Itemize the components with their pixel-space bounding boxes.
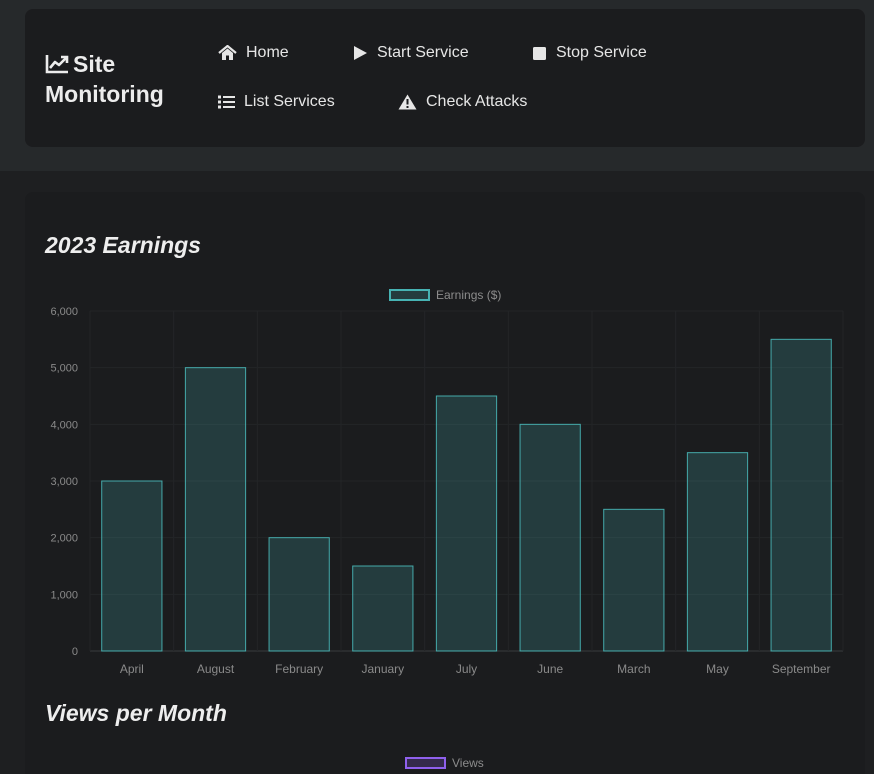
brand-text-line1: Site (73, 51, 116, 77)
bar-january (352, 565, 414, 652)
warning-icon (398, 94, 417, 110)
views-legend[interactable]: Views (405, 756, 484, 770)
nav-check-attacks-label: Check Attacks (426, 93, 528, 110)
bar-march (603, 508, 665, 652)
bar-february (268, 537, 330, 652)
bar-july (435, 395, 498, 652)
x-tick-label: January (361, 662, 404, 676)
bar-may (686, 452, 749, 652)
x-tick-label: February (275, 662, 323, 676)
y-tick-label: 5,000 (50, 363, 78, 375)
x-tick-label: March (617, 662, 650, 676)
bar-april (101, 480, 163, 652)
x-tick-label: May (706, 662, 729, 676)
chart-line-icon (45, 52, 69, 80)
nav-stop-service[interactable]: Stop Service (532, 44, 647, 62)
y-tick-label: 2,000 (50, 533, 78, 545)
earnings-bar-chart: 0 1,000 2,000 3,000 4,000 5,000 6,000 April Augu… (50, 306, 844, 676)
y-tick-label: 3,000 (50, 476, 78, 488)
nav-home-label: Home (246, 44, 289, 61)
y-tick-label: 1,000 (50, 589, 78, 601)
bar-june (519, 423, 581, 652)
nav-home[interactable]: Home (218, 44, 289, 62)
y-tick-label: 0 (72, 646, 78, 658)
x-tick-label: April (120, 662, 144, 676)
bar-august (184, 367, 247, 652)
x-tick-label: June (537, 662, 563, 676)
nav-check-attacks[interactable]: Check Attacks (398, 93, 527, 111)
play-icon (354, 46, 367, 60)
views-title: Views per Month (45, 700, 227, 726)
x-tick-label: September (772, 662, 831, 676)
list-icon (218, 95, 235, 109)
nav-start-service[interactable]: Start Service (353, 44, 469, 62)
top-navbar: Site Monitoring Home Start Service Stop … (25, 9, 865, 147)
x-tick-label: July (456, 662, 477, 676)
bar-september (770, 338, 832, 652)
brand[interactable]: Site Monitoring (45, 50, 164, 108)
nav-stop-service-label: Stop Service (556, 44, 647, 61)
views-legend-swatch (405, 757, 446, 769)
earnings-title: 2023 Earnings (45, 232, 201, 258)
views-legend-label: Views (452, 756, 484, 770)
nav-list-services-label: List Services (244, 93, 335, 110)
x-tick-label: August (197, 662, 235, 676)
stop-icon (533, 47, 546, 60)
y-tick-label: 4,000 (50, 419, 78, 431)
brand-text-line2: Monitoring (45, 81, 164, 107)
nav-list-services[interactable]: List Services (218, 93, 335, 111)
nav-start-service-label: Start Service (377, 44, 469, 61)
home-icon (218, 45, 237, 60)
y-tick-label: 6,000 (50, 306, 78, 318)
